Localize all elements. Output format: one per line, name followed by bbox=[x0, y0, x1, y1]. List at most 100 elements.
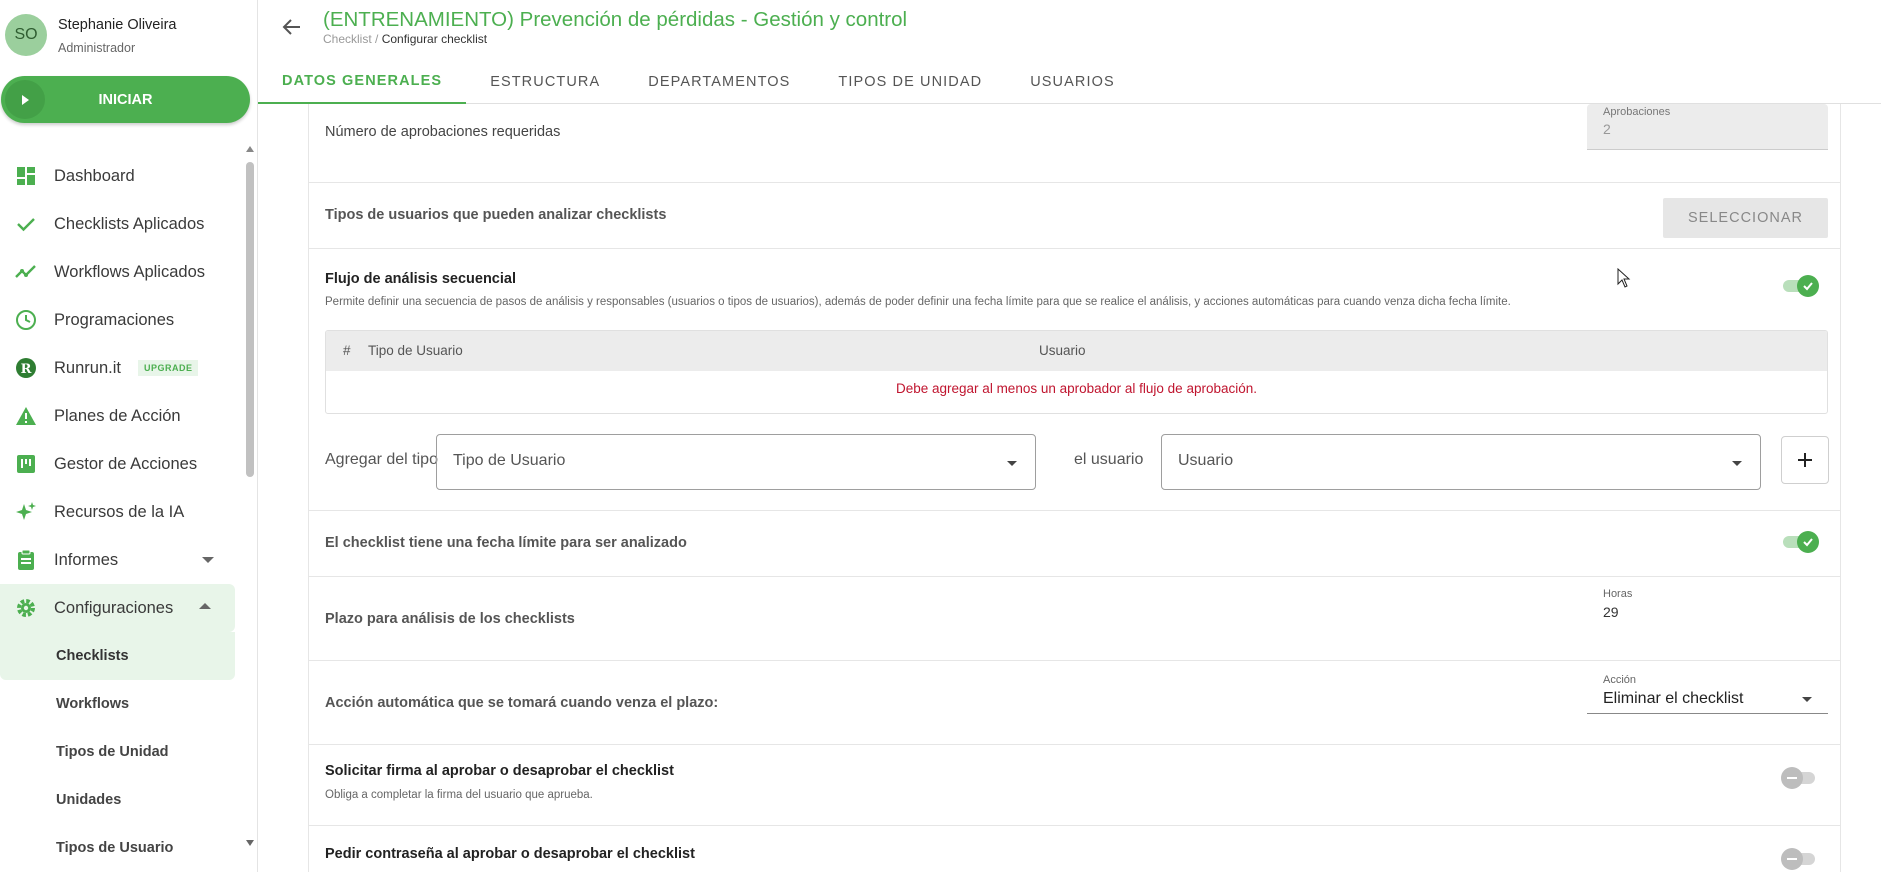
dropdown-arrow-icon bbox=[1732, 461, 1742, 466]
sidebar-item-planes-de-accion[interactable]: Planes de Acción bbox=[0, 392, 238, 440]
sidebar-subitem-tipos-de-unidad[interactable]: Tipos de Unidad bbox=[0, 728, 238, 776]
clipboard-icon bbox=[15, 549, 37, 571]
signature-row: Solicitar firma al aprobar o desaprobar … bbox=[309, 745, 1840, 826]
sidebar-item-label: Gestor de Acciones bbox=[54, 454, 198, 473]
sidebar-item-label: Runrun.it bbox=[54, 358, 121, 377]
avatar[interactable]: SO bbox=[5, 14, 47, 56]
add-type-label: Agregar del tipo bbox=[325, 451, 438, 468]
tab-usuarios[interactable]: USUARIOS bbox=[1006, 60, 1139, 104]
user-types-label: Tipos de usuarios que pueden analizar ch… bbox=[325, 207, 667, 223]
add-approver-button[interactable] bbox=[1781, 436, 1829, 484]
back-arrow-icon[interactable] bbox=[280, 15, 304, 39]
sidebar-subitem-tipos-de-usuario[interactable]: Tipos de Usuario bbox=[0, 824, 238, 872]
sidebar-item-gestor-de-acciones[interactable]: Gestor de Acciones bbox=[0, 440, 238, 488]
auto-action-select[interactable]: Acción Eliminar el checklist bbox=[1587, 666, 1828, 714]
sidebar-item-label: Checklists Aplicados bbox=[54, 214, 205, 233]
play-icon bbox=[5, 80, 45, 119]
term-label: Plazo para análisis de los checklists bbox=[325, 611, 575, 627]
hours-field-caption: Horas bbox=[1603, 588, 1633, 600]
password-label: Pedir contraseña al aprobar o desaprobar… bbox=[325, 846, 695, 862]
sidebar-item-checklists-aplicados[interactable]: Checklists Aplicados bbox=[0, 200, 238, 248]
sidebar-item-runrun[interactable]: R Runrun.it UPGRADE bbox=[0, 344, 238, 392]
sidebar-item-recursos-ia[interactable]: Recursos de la IA bbox=[0, 488, 238, 536]
sidebar-item-configuraciones[interactable]: Configuraciones bbox=[0, 584, 235, 632]
dropdown-arrow-icon bbox=[1802, 697, 1812, 702]
minus-icon bbox=[1781, 848, 1803, 870]
deadline-row: El checklist tiene una fecha límite para… bbox=[309, 511, 1840, 577]
warning-icon bbox=[15, 405, 37, 427]
scrollbar-thumb[interactable] bbox=[246, 162, 254, 477]
auto-action-caption: Acción bbox=[1603, 674, 1637, 686]
sidebar-item-label: Recursos de la IA bbox=[54, 502, 185, 521]
trend-icon bbox=[15, 261, 37, 283]
approvals-label: Número de aprobaciones requeridas bbox=[325, 124, 561, 140]
approvals-field-value: 2 bbox=[1603, 121, 1611, 137]
sidebar-item-dashboard[interactable]: Dashboard bbox=[0, 152, 238, 200]
sidebar-item-informes[interactable]: Informes bbox=[0, 536, 238, 584]
chevron-down-icon bbox=[202, 557, 214, 563]
sidebar-subitem-workflows[interactable]: Workflows bbox=[0, 680, 238, 728]
tab-estructura[interactable]: ESTRUCTURA bbox=[466, 60, 624, 104]
dropdown-arrow-icon bbox=[1007, 461, 1017, 466]
select-user-types-button[interactable]: SELECCIONAR bbox=[1663, 198, 1828, 238]
dashboard-icon bbox=[15, 165, 37, 187]
approvals-row: Número de aprobaciones requeridas Aproba… bbox=[309, 104, 1840, 183]
check-icon bbox=[1797, 275, 1819, 297]
page-title: (ENTRENAMIENTO) Prevención de pérdidas -… bbox=[323, 8, 908, 31]
sidebar-item-label: Workflows Aplicados bbox=[54, 262, 206, 281]
upgrade-badge[interactable]: UPGRADE bbox=[137, 360, 199, 376]
start-button[interactable]: INICIAR bbox=[1, 76, 250, 123]
minus-icon bbox=[1781, 767, 1803, 789]
column-header-number: # bbox=[343, 343, 351, 358]
table-header: # Tipo de Usuario Usuario bbox=[326, 331, 1827, 371]
scroll-up-arrow-icon[interactable] bbox=[246, 146, 254, 152]
settings-panel: Número de aprobaciones requeridas Aproba… bbox=[308, 104, 1841, 872]
sidebar-nav: Dashboard Checklists Aplicados Workflows… bbox=[0, 152, 238, 872]
signature-toggle[interactable] bbox=[1781, 765, 1819, 791]
auto-action-value: Eliminar el checklist bbox=[1603, 690, 1744, 707]
mouse-pointer-icon bbox=[1617, 267, 1631, 293]
user-role: Administrador bbox=[58, 41, 136, 55]
sequential-flow-description: Permite definir una secuencia de pasos d… bbox=[325, 296, 1511, 308]
hours-field[interactable]: Horas 29 bbox=[1587, 584, 1828, 632]
scroll-down-arrow-icon[interactable] bbox=[246, 840, 254, 846]
sidebar-item-programaciones[interactable]: Programaciones bbox=[0, 296, 238, 344]
deadline-toggle[interactable] bbox=[1781, 529, 1819, 555]
user-profile[interactable]: SO Stephanie Oliveira Administrador bbox=[5, 14, 245, 56]
sidebar: SO Stephanie Oliveira Administrador INIC… bbox=[0, 0, 258, 872]
signature-label: Solicitar firma al aprobar o desaprobar … bbox=[325, 763, 674, 779]
signature-description: Obliga a completar la firma del usuario … bbox=[325, 789, 593, 801]
column-header-user: Usuario bbox=[1039, 343, 1086, 358]
sparkle-icon bbox=[15, 501, 37, 523]
breadcrumb-separator: / bbox=[371, 32, 382, 46]
user-label: el usuario bbox=[1074, 451, 1144, 468]
password-toggle[interactable] bbox=[1781, 846, 1819, 872]
sequential-flow-toggle[interactable] bbox=[1781, 273, 1819, 299]
breadcrumb-current: Configurar checklist bbox=[381, 32, 488, 46]
tab-departamentos[interactable]: DEPARTAMENTOS bbox=[624, 60, 814, 104]
tab-datos-generales[interactable]: DATOS GENERALES bbox=[258, 60, 467, 104]
deadline-label: El checklist tiene una fecha límite para… bbox=[325, 535, 687, 551]
tab-tipos-de-unidad[interactable]: TIPOS DE UNIDAD bbox=[814, 60, 1006, 104]
sidebar-subitem-unidades[interactable]: Unidades bbox=[0, 776, 238, 824]
sidebar-item-label: Planes de Acción bbox=[54, 406, 181, 425]
user-type-select[interactable]: Tipo de Usuario bbox=[436, 434, 1036, 490]
user-select-placeholder: Usuario bbox=[1178, 452, 1234, 469]
password-row: Pedir contraseña al aprobar o desaprobar… bbox=[309, 826, 1840, 872]
approvers-table: # Tipo de Usuario Usuario Debe agregar a… bbox=[325, 330, 1828, 414]
auto-action-label: Acción automática que se tomará cuando v… bbox=[325, 695, 719, 711]
sidebar-subitem-checklists[interactable]: Checklists bbox=[0, 632, 235, 680]
sidebar-item-workflows-aplicados[interactable]: Workflows Aplicados bbox=[0, 248, 238, 296]
sequential-flow-label: Flujo de análisis secuencial bbox=[325, 271, 516, 287]
runrun-icon: R bbox=[15, 357, 37, 379]
sidebar-item-label: Configuraciones bbox=[54, 598, 174, 617]
column-header-user-type: Tipo de Usuario bbox=[368, 343, 463, 358]
page-header: (ENTRENAMIENTO) Prevención de pérdidas -… bbox=[258, 0, 1881, 104]
user-types-row: Tipos de usuarios que pueden analizar ch… bbox=[309, 183, 1840, 249]
user-select[interactable]: Usuario bbox=[1161, 434, 1761, 490]
breadcrumb-parent[interactable]: Checklist bbox=[323, 32, 372, 46]
sidebar-item-label: Programaciones bbox=[54, 310, 175, 329]
hours-field-value[interactable]: 29 bbox=[1603, 604, 1619, 620]
sidebar-scrollbar[interactable] bbox=[246, 146, 254, 846]
approvals-field-caption: Aprobaciones bbox=[1603, 106, 1671, 118]
